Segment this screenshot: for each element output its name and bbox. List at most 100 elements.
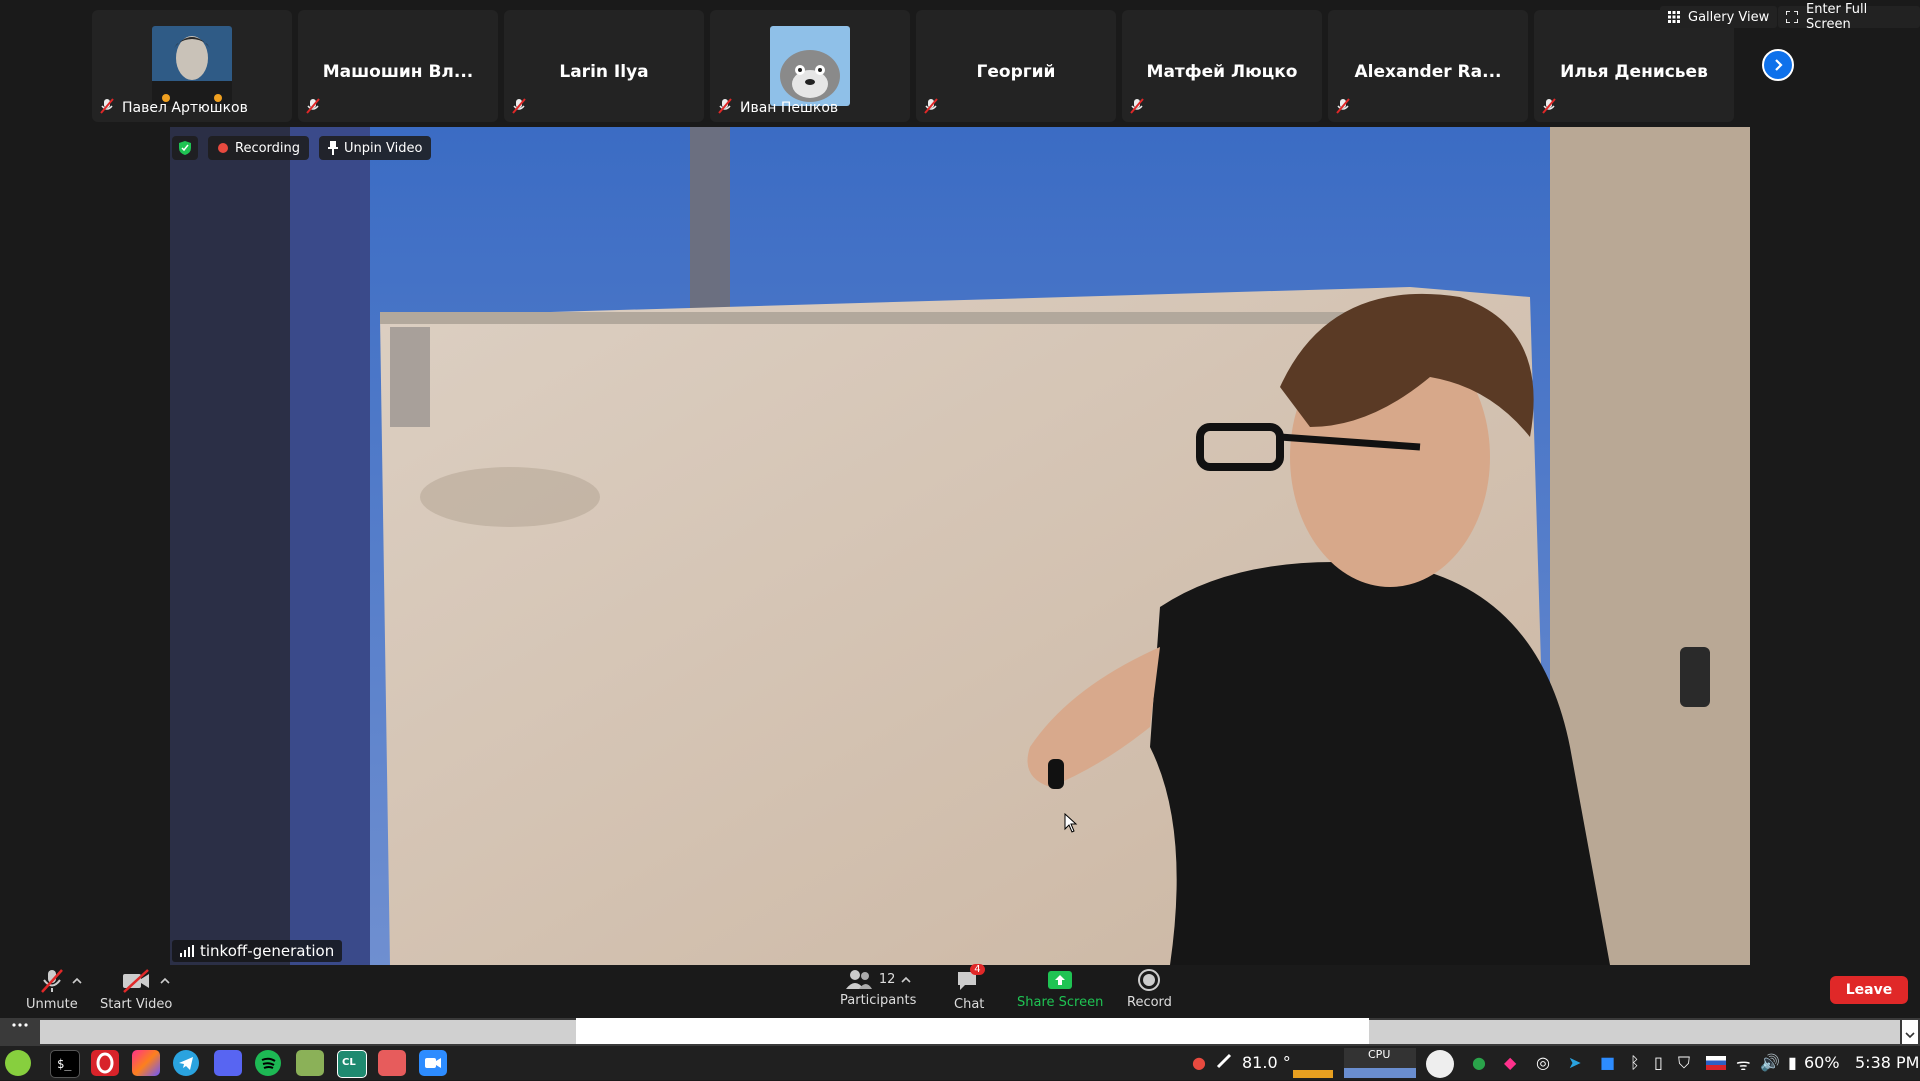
cpu-label: CPU [1368,1048,1391,1061]
video-off-icon [121,969,151,993]
participant-name: Машошин Вл... [322,62,474,82]
chevron-down-icon [1902,1020,1918,1044]
discord-icon[interactable] [214,1050,242,1076]
signal-bars-icon [180,945,194,957]
record-button[interactable]: Record [1127,969,1172,1010]
participants-count: 12 [878,971,896,987]
temperature-readout: 81.0 ° [1242,1053,1291,1072]
mint-menu-icon[interactable] [5,1050,31,1076]
window-scroll-strip [0,1018,1920,1046]
spotify-icon[interactable] [255,1050,281,1076]
unpin-video-button[interactable]: Unpin Video [319,136,432,160]
main-video[interactable] [170,127,1750,965]
mic-muted-icon [924,98,938,114]
participant-label: Павел Артюшков [122,100,248,116]
video-frame [170,127,1750,965]
participant-label: Иван Пешков [740,100,839,116]
unmute-label: Unmute [26,997,78,1012]
toolbox-tray-icon[interactable]: ◆ [1504,1053,1516,1072]
jetbrains-toolbox-icon[interactable] [132,1050,160,1076]
speaker-name-tag: tinkoff-generation [172,940,343,962]
participant-name: Alexander Ra... [1354,62,1502,82]
mic-muted-icon [1542,98,1556,114]
files-icon[interactable] [296,1050,324,1076]
chevron-up-icon[interactable] [72,977,82,984]
grid-icon [1668,11,1680,23]
scroll-down-button[interactable] [1902,1020,1918,1044]
zoom-tray-icon[interactable]: ■ [1600,1053,1615,1072]
participant-tile[interactable]: Георгий [916,10,1116,122]
participant-tile[interactable]: Alexander Ra... [1328,10,1528,122]
more-dots-icon[interactable] [12,1022,28,1028]
gallery-view-button[interactable]: Gallery View [1660,6,1778,28]
system-taskbar: $_ CL ● 81.0 ° CPU ● ◆ ◎ ➤ ■ ᛒ ▯ ⛉ ᯤ 🔊 ▮… [0,1046,1920,1080]
terminal-icon[interactable]: $_ [50,1050,80,1078]
location-icon[interactable]: ● [1192,1053,1206,1072]
encryption-badge[interactable] [172,136,198,160]
mic-muted-icon [512,98,526,114]
vpn-icon[interactable]: ● [1472,1053,1486,1072]
clock[interactable]: 5:38 PM [1855,1053,1919,1072]
shield-tray-icon[interactable]: ⛉ [1678,1053,1690,1073]
scroll-thumb[interactable] [576,1018,1369,1044]
next-page-button[interactable] [1762,49,1794,81]
participant-name: Larin Ilya [559,62,649,82]
chevron-up-icon[interactable] [901,976,912,983]
speaker-name: tinkoff-generation [200,942,335,960]
telegram-icon[interactable] [173,1050,199,1076]
recording-indicator[interactable]: Recording [208,136,310,160]
record-icon [1137,969,1161,991]
zoom-icon[interactable] [419,1050,447,1076]
participant-tile[interactable]: Павел Артюшков [92,10,292,122]
mem-graph [1426,1050,1454,1078]
chat-button[interactable]: 4 Chat [954,964,985,1012]
full-screen-button[interactable]: Enter Full Screen [1778,2,1920,32]
participant-name: Матфей Люцко [1146,62,1298,82]
recording-label: Recording [235,140,301,156]
clipboard-icon[interactable]: ▯ [1654,1053,1663,1072]
meeting-toolbar: Unmute Start Video 12 Participants 4 Cha… [0,964,1920,1018]
cpu-graph: CPU [1344,1048,1416,1078]
participant-tile[interactable]: Машошин Вл... [298,10,498,122]
mic-muted-icon [306,98,320,114]
chat-badge: 4 [970,964,985,975]
participant-strip: Павел Артюшков Машошин Вл... Larin Ilya … [0,0,1920,125]
battery-icon[interactable]: ▮ [1788,1053,1797,1072]
chat-label: Chat [954,997,985,1012]
mic-muted-icon [1336,98,1350,114]
app-icon[interactable] [378,1050,406,1076]
share-screen-label: Share Screen [1017,995,1104,1010]
unmute-button[interactable]: Unmute [26,969,78,1012]
participant-tile[interactable]: Larin Ilya [504,10,704,122]
bluetooth-icon[interactable]: ᛒ [1630,1053,1640,1072]
battery-percent: 60% [1804,1053,1840,1072]
leave-button[interactable]: Leave [1830,976,1908,1004]
share-screen-button[interactable]: Share Screen [1017,969,1103,1010]
chevron-up-icon[interactable] [160,977,170,984]
mic-muted-icon [1130,98,1144,114]
avatar [152,26,232,106]
participant-tile[interactable]: Иван Пешков [710,10,910,122]
temperature-graph [1293,1070,1333,1078]
participant-tile[interactable]: Матфей Люцко [1122,10,1322,122]
video-status-bar: Recording Unpin Video [172,136,432,160]
volume-icon[interactable]: 🔊 [1760,1053,1780,1072]
pin-icon [328,141,339,155]
start-video-button[interactable]: Start Video [100,969,172,1012]
mic-muted-icon [718,98,732,114]
svg-text:CL: CL [342,1057,356,1068]
start-video-label: Start Video [100,997,173,1012]
svg-text:$_: $_ [57,1057,72,1071]
participants-button[interactable]: 12 Participants [840,969,916,1008]
opera-icon[interactable] [91,1050,119,1076]
participant-name: Георгий [976,62,1056,82]
share-screen-icon [1047,969,1073,991]
mic-muted-icon [100,98,114,114]
clion-icon[interactable]: CL [337,1050,367,1078]
wifi-icon[interactable]: ᯤ [1736,1053,1751,1075]
telegram-tray-icon[interactable]: ➤ [1568,1053,1581,1072]
keyboard-layout-icon[interactable] [1706,1056,1726,1070]
steam-icon[interactable]: ◎ [1536,1053,1550,1072]
record-dot-icon [217,142,229,154]
shield-icon [178,140,192,156]
